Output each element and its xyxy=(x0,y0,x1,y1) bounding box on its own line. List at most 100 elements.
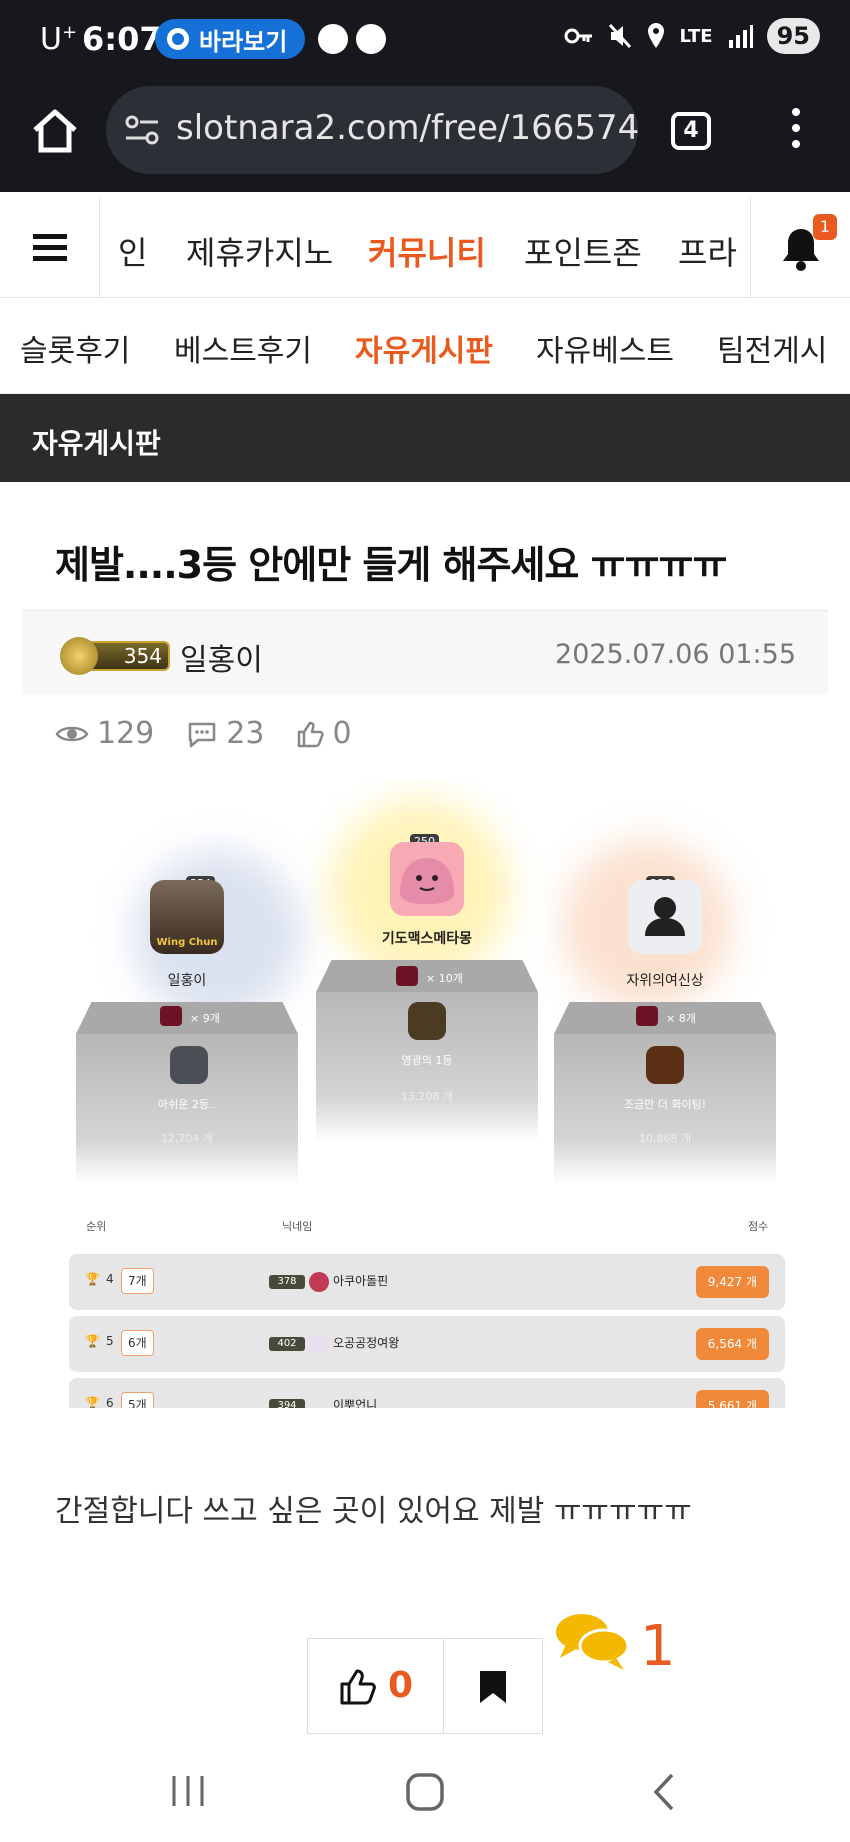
first-avatar xyxy=(390,842,464,916)
third-title: 조금만 더 화이팅! xyxy=(623,1098,707,1111)
third-gift-count: × 8개 xyxy=(666,1012,696,1025)
post-date: 2025.07.06 01:55 xyxy=(555,639,796,670)
row-name: 아쿠아돌핀 xyxy=(333,1274,389,1288)
first-gift-count: × 10개 xyxy=(426,972,463,985)
site-main-nav: 인 제휴카지노 커뮤니티 포인트존 프라 1 xyxy=(0,198,850,298)
first-title: 영광의 1등 xyxy=(401,1054,453,1067)
mute-icon xyxy=(608,23,631,49)
notification-badge: 1 xyxy=(813,214,837,240)
gift-icon xyxy=(160,1006,182,1026)
view-count-value: 129 xyxy=(97,716,155,751)
post-title: 제발....3등 안에만 들게 해주세요 ㅠㅠㅠㅠ xyxy=(55,543,727,587)
site-settings-icon[interactable] xyxy=(124,114,160,146)
like-button[interactable]: 0 xyxy=(308,1639,444,1733)
silver-medal-icon xyxy=(170,1046,208,1084)
comment-count-value: 23 xyxy=(226,716,265,751)
clock: 6:07 xyxy=(82,20,162,58)
more-options-icon[interactable] xyxy=(790,108,802,154)
post-body: 간절합니다 쓰고 싶은 곳이 있어요 제발 ㅠㅠㅠㅠㅠ xyxy=(55,1494,692,1529)
comment-stat: 23 xyxy=(186,716,264,751)
table-header-rank: 순위 xyxy=(86,1220,107,1233)
bookmark-button[interactable] xyxy=(444,1639,542,1733)
eye-icon xyxy=(55,726,89,741)
trophy-icon: 🏆 xyxy=(85,1334,100,1348)
nav-item-login[interactable]: 인 xyxy=(118,228,147,274)
status-icons: LTE 95 xyxy=(564,18,820,54)
recent-apps-icon[interactable] xyxy=(168,1774,208,1808)
second-avatar: Wing Chun xyxy=(150,880,224,954)
row-level: 378 xyxy=(269,1275,305,1289)
table-header-score: 점수 xyxy=(748,1220,769,1233)
row-gifts: 7개 xyxy=(121,1268,154,1294)
system-navigation-bar xyxy=(0,1742,850,1842)
notification-button[interactable]: 1 xyxy=(750,198,850,298)
second-title: 아쉬운 2등.. xyxy=(158,1098,216,1111)
url-text: slotnara2.com/free/1665742 xyxy=(176,108,638,148)
row-score: 9,427 개 xyxy=(695,1266,769,1298)
second-name: 일홍이 xyxy=(167,973,207,989)
subnav-item-best-review[interactable]: 베스트후기 xyxy=(174,326,312,370)
subnav-item-slot-review[interactable]: 슬롯후기 xyxy=(20,326,130,370)
nav-item-partner-casino[interactable]: 제휴카지노 xyxy=(186,228,333,274)
table-row: 🏆 6 5개 394 이뿌언니 5,661 개 xyxy=(69,1378,785,1408)
row-gifts: 5개 xyxy=(121,1392,154,1408)
first-score: 13,208 개 xyxy=(400,1090,454,1103)
second-score: 12,704 개 xyxy=(160,1132,214,1145)
row-name: 이뿌언니 xyxy=(333,1398,378,1408)
nav-item-community[interactable]: 커뮤니티 xyxy=(368,228,486,274)
third-avatar xyxy=(628,880,702,954)
row-rank: 🏆 6 xyxy=(85,1396,114,1408)
like-count-value: 0 xyxy=(332,716,352,751)
gold-medal-icon xyxy=(408,1002,446,1040)
table-row: 🏆 5 6개 402 오공공정여왕 6,564 개 xyxy=(69,1316,785,1372)
view-count: 129 xyxy=(55,716,154,751)
third-podium-top xyxy=(554,1002,776,1034)
thumbs-up-icon xyxy=(298,721,325,747)
home-button-icon[interactable] xyxy=(405,1772,445,1812)
post-actions: 0 xyxy=(307,1638,543,1734)
author-level-badge: 354 xyxy=(60,637,170,675)
home-icon[interactable] xyxy=(30,106,80,156)
subnav-item-free-best[interactable]: 자유베스트 xyxy=(536,326,674,370)
browser-toolbar: slotnara2.com/free/1665742 4 xyxy=(0,80,850,192)
board-title: 자유게시판 xyxy=(32,427,161,460)
gift-icon xyxy=(396,966,418,986)
post-meta: 354 일홍이 2025.07.06 01:55 xyxy=(22,610,828,694)
tab-switcher-button[interactable]: 4 xyxy=(671,112,711,150)
subnav-item-team-board[interactable]: 팀전게시 xyxy=(717,326,827,370)
table-header-nickname: 닉네임 xyxy=(282,1220,313,1233)
row-gifts: 6개 xyxy=(121,1330,154,1356)
status-bar: U+ 6:07 바라보기 LTE 95 xyxy=(0,0,850,80)
subnav-item-free-board[interactable]: 자유게시판 xyxy=(355,326,493,370)
board-header: 자유게시판 xyxy=(0,394,850,482)
row-rank: 🏆 4 xyxy=(85,1272,114,1286)
post-stats: 129 23 0 xyxy=(55,716,352,751)
third-name: 자위의여신상 xyxy=(626,973,704,989)
key-icon xyxy=(564,28,592,44)
carrier-label: U+ xyxy=(40,22,78,57)
nav-item-more[interactable]: 프라 xyxy=(678,228,737,274)
gift-icon xyxy=(636,1006,658,1026)
watch-pill[interactable]: 바라보기 xyxy=(155,19,306,59)
hamburger-menu-icon[interactable] xyxy=(0,198,100,298)
network-type: LTE xyxy=(679,25,713,47)
comment-float-button[interactable] xyxy=(552,1606,632,1676)
user-avatar-icon xyxy=(645,897,685,936)
table-row: 🏆 4 7개 378 아쿠아돌핀 9,427 개 xyxy=(69,1254,785,1310)
row-score: 6,564 개 xyxy=(695,1328,769,1360)
nav-item-point-zone[interactable]: 포인트존 xyxy=(524,228,642,274)
signal-icon xyxy=(728,25,753,48)
like-button-count: 0 xyxy=(388,1665,414,1706)
author-name[interactable]: 일홍이 xyxy=(180,635,263,679)
row-rank: 🏆 5 xyxy=(85,1334,114,1348)
watch-icon xyxy=(167,28,189,50)
watch-pill-label: 바라보기 xyxy=(199,27,288,56)
row-score: 5,661 개 xyxy=(695,1390,769,1408)
thumbs-up-icon xyxy=(340,1669,376,1705)
url-field[interactable]: slotnara2.com/free/1665742 xyxy=(106,86,638,174)
comment-float-count: 1 xyxy=(640,1614,676,1679)
ditto-avatar-icon xyxy=(400,858,454,904)
row-name: 오공공정여왕 xyxy=(333,1336,400,1350)
bronze-medal-icon xyxy=(646,1046,684,1084)
back-icon[interactable] xyxy=(650,1772,678,1812)
